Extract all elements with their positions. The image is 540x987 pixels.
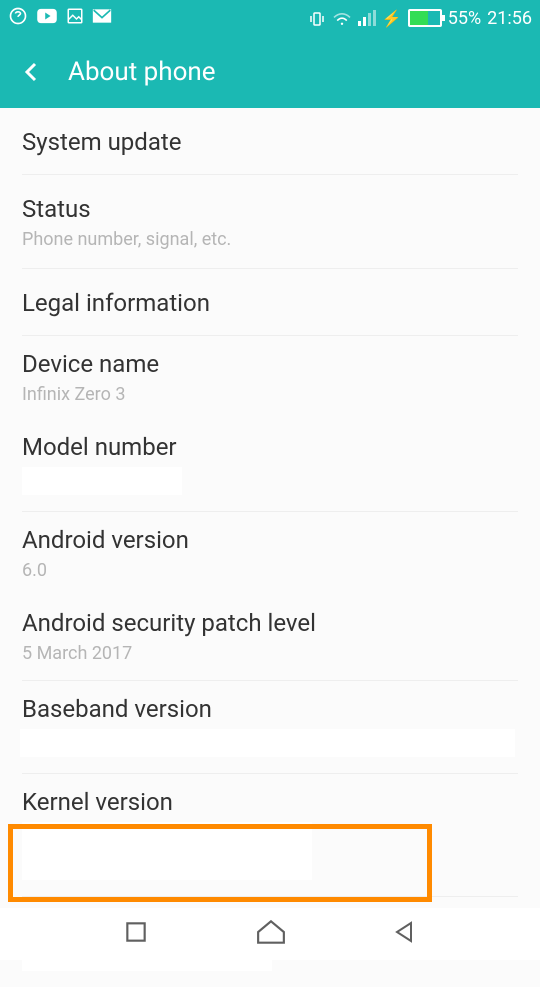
item-title: Android version: [22, 526, 518, 554]
wifi-icon: [332, 8, 352, 29]
item-value: 6.0: [22, 560, 518, 581]
item-device-name[interactable]: Device name Infinix Zero 3: [22, 336, 518, 421]
item-security-patch[interactable]: Android security patch level 5 March 201…: [22, 597, 518, 681]
app-bar: About phone: [0, 36, 540, 108]
back-button[interactable]: [393, 919, 417, 949]
item-title: Android security patch level: [22, 609, 518, 637]
back-icon[interactable]: [20, 60, 44, 84]
battery-icon: [408, 9, 442, 27]
item-android-version[interactable]: Android version 6.0: [22, 512, 518, 597]
home-button[interactable]: [256, 919, 286, 949]
item-title: Kernel version: [22, 788, 518, 816]
item-value: 5 March 2017: [22, 643, 518, 664]
item-value: Infinix Zero 3: [22, 384, 518, 405]
item-subtitle: Phone number, signal, etc.: [22, 229, 518, 250]
redacted-value: [22, 822, 312, 880]
item-kernel[interactable]: Kernel version: [22, 774, 518, 897]
item-status[interactable]: Status Phone number, signal, etc.: [22, 175, 518, 269]
vibrate-icon: [308, 8, 326, 29]
item-title: Device name: [22, 350, 518, 378]
status-bar: ⚡ 55% 21:56: [0, 0, 540, 36]
item-legal[interactable]: Legal information: [22, 269, 518, 336]
battery-percent: 55%: [448, 8, 481, 29]
signal-icon: [358, 10, 376, 26]
item-model-number[interactable]: Model number: [22, 421, 518, 512]
page-title: About phone: [68, 57, 216, 87]
item-system-update[interactable]: System update: [22, 108, 518, 175]
item-title: Baseband version: [22, 695, 518, 723]
whatsapp-icon: [8, 6, 28, 31]
redacted-value: [20, 729, 515, 757]
clock: 21:56: [487, 8, 532, 29]
gmail-icon: [92, 8, 112, 29]
image-icon: [66, 7, 84, 30]
item-title: Status: [22, 195, 518, 223]
settings-list: System update Status Phone number, signa…: [0, 108, 540, 987]
item-title: System update: [22, 128, 518, 156]
charging-icon: ⚡: [382, 9, 402, 28]
system-nav-bar: [0, 908, 540, 960]
youtube-icon: [36, 8, 58, 29]
recent-apps-button[interactable]: [123, 919, 149, 949]
item-title: Model number: [22, 433, 518, 461]
item-baseband[interactable]: Baseband version: [22, 681, 518, 774]
redacted-value: [22, 467, 182, 495]
item-title: Legal information: [22, 289, 518, 317]
